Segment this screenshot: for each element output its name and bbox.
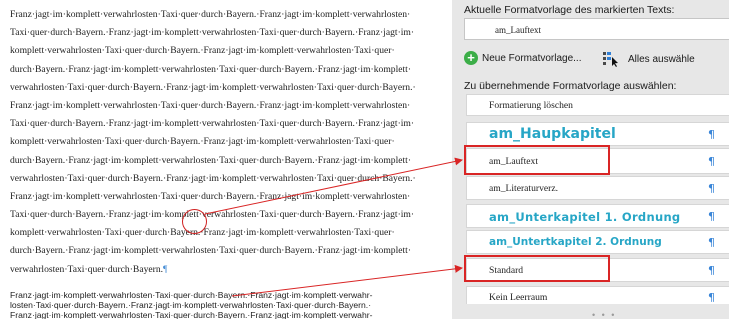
style-item-label: am_Haupkapitel xyxy=(489,126,616,142)
select-cursor-icon xyxy=(603,52,618,67)
styles-panel: Aktuelle Formatvorlage des markierten Te… xyxy=(452,0,729,319)
pilcrow-icon: ¶ xyxy=(708,236,715,249)
pilcrow-icon: ¶ xyxy=(708,291,715,304)
panel-toolbar: + Neue Formatvorlage... Alles auswähle xyxy=(464,51,729,69)
select-all-button[interactable]: Alles auswähle xyxy=(602,51,695,67)
text-line: durch·Bayern.·Franz·jagt·im·komplett·ver… xyxy=(10,63,412,75)
document-page[interactable]: Franz·jagt·im·komplett·verwahrlosten·Tax… xyxy=(0,0,452,319)
style-item-am-unterkapitel-1[interactable]: am_Unterkapitel 1. Ordnung ¶ xyxy=(466,204,729,228)
pilcrow-icon: ¶ xyxy=(708,182,715,195)
current-style-field[interactable]: am_Lauftext xyxy=(464,18,729,40)
style-item-standard[interactable]: Standard ¶ xyxy=(466,258,729,282)
text-line: durch·Bayern.·Franz·jagt·im·komplett·ver… xyxy=(10,154,412,166)
style-item-label: am_Unterkapitel 1. Ordnung xyxy=(489,210,681,224)
pilcrow-icon: ¶ xyxy=(708,128,715,141)
style-item-am-haupkapitel[interactable]: am_Haupkapitel ¶ xyxy=(466,122,729,146)
apply-style-label: Zu übernehmende Formatvorlage auswählen: xyxy=(464,80,677,92)
style-item-am-literaturverz[interactable]: am_Literaturverz. ¶ xyxy=(466,176,729,200)
text-line: losten·Taxi·quer·durch·Bayern.·Franz·jag… xyxy=(10,300,372,311)
pilcrow-icon: ¶ xyxy=(163,263,168,275)
style-item-label: Kein Leerraum xyxy=(489,292,548,303)
text-line: Taxi·quer·durch·Bayern.·Franz·jagt·im·ko… xyxy=(10,118,415,130)
style-item-label: Formatierung löschen xyxy=(489,100,573,111)
text-line: verwahrlosten·Taxi·quer·durch·Bayern.·Fr… xyxy=(10,172,416,184)
panel-resize-handle[interactable]: • • • xyxy=(592,310,616,319)
style-item-label: am_Untertkapitel 2. Ordnung xyxy=(489,236,662,248)
style-item-label: am_Literaturverz. xyxy=(489,183,558,194)
current-style-label: Aktuelle Formatvorlage des markierten Te… xyxy=(464,4,675,16)
text-line: Franz·jagt·im·komplett·verwahrlosten·Tax… xyxy=(10,9,411,20)
style-item-am-untertkapitel-2[interactable]: am_Untertkapitel 2. Ordnung ¶ xyxy=(466,230,729,254)
text-line: komplett·verwahrlosten·Taxi·quer·durch·B… xyxy=(10,227,395,239)
cursor-circle-marker xyxy=(182,209,207,234)
style-item-label: am_Lauftext xyxy=(489,156,539,167)
paragraph-lauftext[interactable]: Franz·jagt·im·komplett·verwahrlosten·Tax… xyxy=(10,6,442,279)
plus-circle-icon: + xyxy=(464,51,478,65)
style-item-label: Standard xyxy=(489,265,524,276)
pilcrow-icon: ¶ xyxy=(708,155,715,168)
text-line: Taxi·quer·durch·Bayern.·Franz·jagt·im·ko… xyxy=(10,209,415,221)
style-item-am-lauftext[interactable]: am_Lauftext ¶ xyxy=(466,148,729,174)
style-list: Formatierung löschen am_Haupkapitel ¶ am… xyxy=(466,94,729,304)
text-line: komplett·verwahrlosten·Taxi·quer·durch·B… xyxy=(10,136,395,148)
paragraph-standard[interactable]: Franz·jagt·im·komplett·verwahrlosten·Tax… xyxy=(10,290,442,319)
text-line-last: verwahrlosten·Taxi·quer·durch·Bayern.¶ xyxy=(10,261,442,279)
text-line: durch·Bayern.·Franz·jagt·im·komplett·ver… xyxy=(10,245,412,257)
text-line: komplett·verwahrlosten·Taxi·quer·durch·B… xyxy=(10,45,395,57)
style-item-kein-leerraum[interactable]: Kein Leerraum ¶ xyxy=(466,286,729,304)
pilcrow-icon: ¶ xyxy=(708,264,715,277)
new-style-button[interactable]: + Neue Formatvorlage... xyxy=(464,51,582,65)
select-all-button-label: Alles auswähle xyxy=(628,53,695,65)
text-line: Taxi·quer·durch·Bayern.·Franz·jagt·im·ko… xyxy=(10,27,415,39)
text-line: Franz·jagt·im·komplett·verwahrlosten·Tax… xyxy=(10,99,411,111)
text-line: Franz·jagt·im·komplett·verwahrlosten·Tax… xyxy=(10,290,373,300)
text-line: Franz·jagt·im·komplett·verwahrlosten·Tax… xyxy=(10,190,411,202)
style-item-clear-formatting[interactable]: Formatierung löschen xyxy=(466,94,729,116)
pilcrow-icon: ¶ xyxy=(708,210,715,223)
text-line-last-text: verwahrlosten·Taxi·quer·durch·Bayern. xyxy=(10,263,164,275)
text-line: verwahrlosten·Taxi·quer·durch·Bayern.·Fr… xyxy=(10,81,416,93)
new-style-button-label: Neue Formatvorlage... xyxy=(482,52,582,64)
text-line: Franz·jagt·im·komplett·verwahrlosten·Tax… xyxy=(10,310,373,319)
